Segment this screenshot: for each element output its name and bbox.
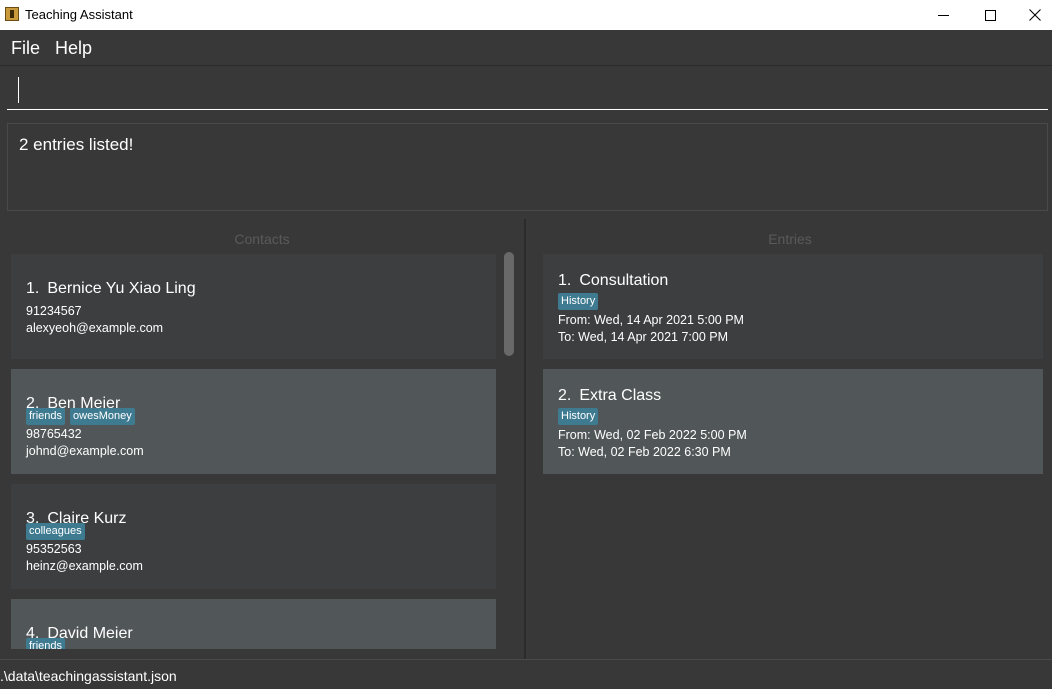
tag: colleagues: [26, 523, 85, 540]
minimize-icon: [937, 14, 949, 16]
contact-card[interactable]: 4. David Meier friends: [11, 599, 496, 649]
menu-help[interactable]: Help: [55, 38, 92, 58]
title-bar: Teaching Assistant: [0, 0, 1052, 30]
entry-tags: History: [558, 408, 599, 425]
menu-file[interactable]: File: [11, 38, 40, 58]
save-location: .\data\teachingassistant.json: [0, 668, 177, 684]
contact-email: alexyeoh@example.com: [26, 321, 164, 335]
contact-card[interactable]: 3. Claire Kurz colleagues 95352563 heinz@…: [11, 484, 496, 589]
result-message: 2 entries listed!: [19, 135, 134, 154]
command-box: [0, 66, 1052, 116]
maximize-icon: [984, 9, 996, 21]
command-input[interactable]: [7, 74, 1048, 110]
entry-from: From: Wed, 02 Feb 2022 5:00 PM: [558, 428, 747, 442]
status-bar: .\data\teachingassistant.json: [0, 659, 1052, 689]
entry-to: To: Wed, 14 Apr 2021 7:00 PM: [558, 330, 729, 344]
tag: owesMoney: [70, 408, 135, 425]
contact-phone: 98765432: [26, 427, 82, 441]
entry-tags: History: [558, 293, 599, 310]
contact-card[interactable]: 2. Ben Meier friends owesMoney 98765432 j…: [11, 369, 496, 474]
menu-bar: File Help: [0, 30, 1052, 66]
entries-header: Entries: [768, 231, 812, 247]
entries-panel: Entries 1. Consultation History From: Wed…: [528, 219, 1052, 659]
contact-tags: friends owesMoney: [26, 408, 135, 425]
contact-phone: 91234567: [26, 304, 82, 318]
contact-email: johnd@example.com: [26, 444, 144, 458]
close-icon: [1029, 9, 1041, 21]
tag: friends: [26, 408, 66, 425]
contacts-panel: Contacts 1. Bernice Yu Xiao Ling 91234567…: [0, 219, 526, 659]
tag: History: [558, 408, 599, 425]
text-caret: [18, 77, 19, 103]
contact-card[interactable]: 1. Bernice Yu Xiao Ling 91234567 alexyeoh…: [11, 254, 496, 359]
entry-to: To: Wed, 02 Feb 2022 6:30 PM: [558, 445, 731, 459]
contact-phone: 95352563: [26, 542, 82, 556]
contact-email: heinz@example.com: [26, 559, 143, 573]
tag: friends: [26, 638, 66, 649]
minimize-button[interactable]: [920, 0, 966, 30]
entry-from: From: Wed, 14 Apr 2021 5:00 PM: [558, 313, 744, 327]
app-icon: [5, 7, 19, 21]
contact-name: 1. Bernice Yu Xiao Ling: [26, 280, 196, 297]
contact-tags: colleagues: [26, 523, 85, 540]
contact-tags: friends: [26, 638, 66, 649]
entry-card[interactable]: 2. Extra Class History From: Wed, 02 Feb …: [543, 369, 1043, 474]
maximize-button[interactable]: [967, 0, 1013, 30]
tag: History: [558, 293, 599, 310]
entry-title: 1. Consultation: [558, 272, 669, 289]
entry-card[interactable]: 1. Consultation History From: Wed, 14 Apr…: [543, 254, 1043, 359]
contacts-header: Contacts: [234, 231, 290, 247]
close-button[interactable]: [1012, 0, 1052, 30]
contacts-scrollbar[interactable]: [504, 252, 514, 356]
result-display[interactable]: 2 entries listed!: [7, 123, 1048, 211]
entry-title: 2. Extra Class: [558, 387, 662, 404]
window-title: Teaching Assistant: [25, 7, 133, 22]
